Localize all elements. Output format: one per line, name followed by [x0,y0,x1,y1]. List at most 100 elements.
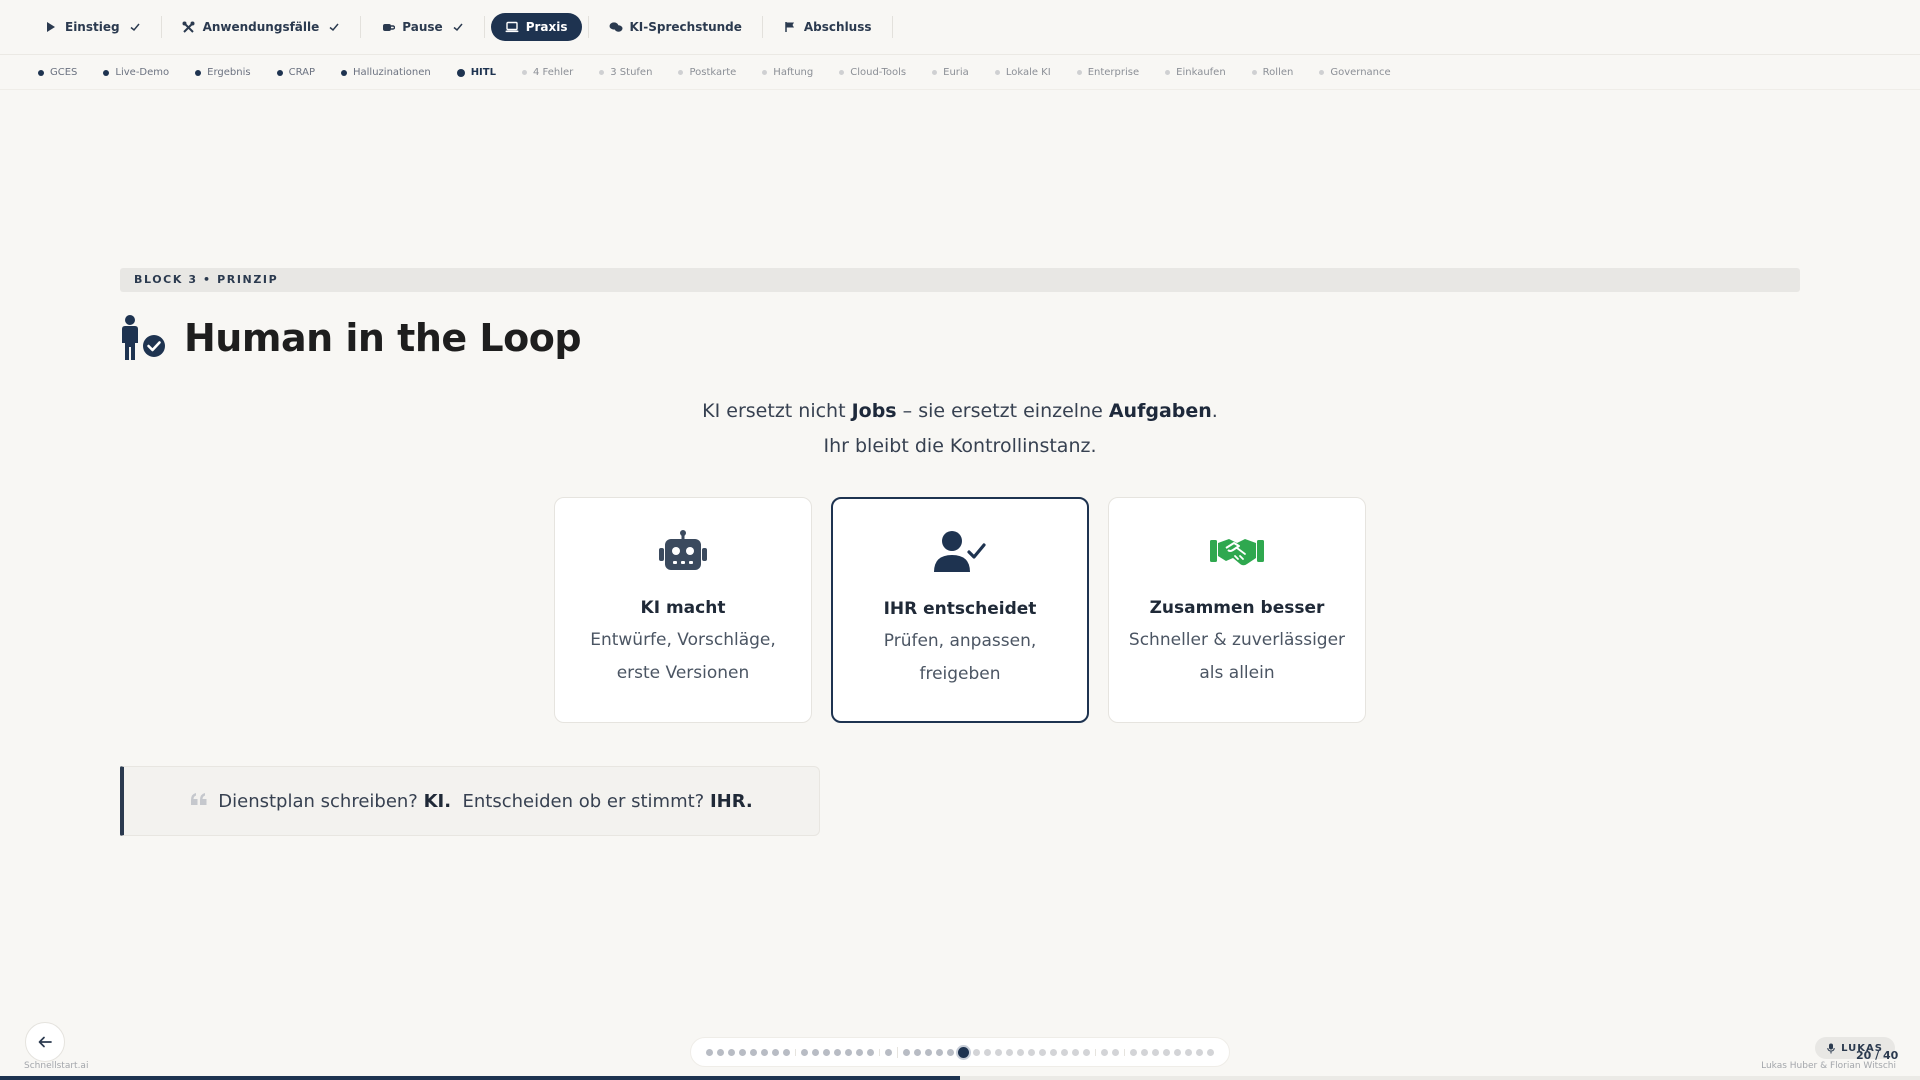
slide-dot[interactable] [739,1048,746,1056]
slide-dot[interactable] [761,1048,768,1056]
nav-label: Anwendungsfälle [202,20,320,34]
slide-dot[interactable] [1101,1048,1108,1056]
slide-dot[interactable] [1028,1048,1035,1056]
subnav-label: Rollen [1262,67,1294,78]
status-dot [1251,70,1257,75]
card-title: IHR entscheidet [883,599,1037,619]
dot-group-anwendungsfaelle [795,1048,879,1056]
slide-dot[interactable] [1072,1048,1079,1056]
subnav-label: CRAP [288,67,315,78]
slide-dot[interactable] [1207,1048,1214,1056]
slide-dot[interactable] [845,1048,852,1056]
authors-label: Lukas Huber & Florian Witschi [1761,1061,1896,1071]
intro-line-2: Ihr bleibt die Kontrollinstanz. [823,435,1097,457]
slide-dot[interactable] [995,1048,1002,1056]
subnav-item-lokale-ki[interactable]: Lokale KI [994,67,1051,78]
nav-anwendungsfaelle[interactable]: Anwendungsfälle [168,13,355,41]
slide-dot[interactable] [1196,1048,1203,1056]
subnav-item-postkarte[interactable]: Postkarte [678,67,736,78]
slide-dot[interactable] [1083,1048,1090,1056]
nav-divider [761,16,763,38]
subnav-item-halluzinationen[interactable]: Halluzinationen [341,67,431,78]
subnav-item-cloud-tools[interactable]: Cloud-Tools [839,67,906,78]
nav-divider [483,16,485,38]
dot-group-praxis [897,1046,1095,1058]
slide-dot[interactable] [783,1048,790,1056]
brand-label: Schnellstart.ai [24,1061,89,1071]
slide-dot[interactable] [984,1048,991,1056]
person-check-icon [122,315,165,360]
slide-dot[interactable] [1174,1048,1181,1056]
slide-dot[interactable] [1112,1048,1119,1056]
slide-dot[interactable] [885,1048,892,1056]
nav-abschluss[interactable]: Abschluss [769,13,886,41]
slide-dot[interactable] [925,1048,932,1056]
back-button[interactable] [25,1022,65,1062]
slide-dot[interactable] [1141,1048,1148,1056]
subnav-item-haftung[interactable]: Haftung [762,67,813,78]
subnav-label: Einkaufen [1176,67,1226,78]
slide-dot[interactable] [1006,1048,1013,1056]
arrow-left-icon [38,1036,52,1048]
subnav-item-crap[interactable]: CRAP [276,67,315,78]
nav-label: Einstieg [65,20,120,34]
slide-dot[interactable] [1017,1048,1024,1056]
slide-dot[interactable] [1152,1048,1159,1056]
slide-dot[interactable] [936,1048,943,1056]
quote-box: Dienstplan schreiben? KI. Entscheiden ob… [120,766,820,836]
robot-icon [659,530,707,570]
slide-dot[interactable] [834,1048,841,1056]
subnav-item-hitl[interactable]: HITL [456,67,496,78]
slide-dot[interactable] [750,1048,757,1056]
subnav-item-3-stufen[interactable]: 3 Stufen [599,67,652,78]
slide-dot[interactable] [1163,1048,1170,1056]
slide-dot[interactable] [801,1048,808,1056]
status-dot [103,69,110,76]
laptop-icon [505,20,519,34]
nav-pause[interactable]: Pause [367,13,477,41]
subnav-item-enterprise[interactable]: Enterprise [1076,67,1139,78]
subnav-item-euria[interactable]: Euria [932,67,969,78]
subnav-label: 4 Fehler [532,67,574,78]
status-dot [1319,70,1325,75]
slide-dot-current[interactable] [958,1046,969,1058]
slide-dot[interactable] [973,1048,980,1056]
chat-icon [609,20,623,34]
slide-dot[interactable] [856,1048,863,1056]
nav-divider [360,16,362,38]
subnav-item-rollen[interactable]: Rollen [1251,67,1294,78]
subnav-item-4-fehler[interactable]: 4 Fehler [521,67,574,78]
nav-einstieg[interactable]: Einstieg [30,13,155,41]
slide-dot[interactable] [1050,1048,1057,1056]
slide-dot[interactable] [823,1048,830,1056]
slide-dot[interactable] [1130,1048,1137,1056]
slide-dot[interactable] [1185,1048,1192,1056]
slide-dot[interactable] [867,1048,874,1056]
microphone-icon [1827,1043,1835,1053]
nav-ki-sprechstunde[interactable]: KI-Sprechstunde [595,13,756,41]
slide-dot[interactable] [914,1048,921,1056]
subnav-item-einkaufen[interactable]: Einkaufen [1165,67,1226,78]
status-dot [276,69,283,76]
slide-dot[interactable] [812,1048,819,1056]
slide-dot[interactable] [947,1048,954,1056]
slide-dot[interactable] [903,1048,910,1056]
slide-dot[interactable] [706,1048,713,1056]
slide-dot[interactable] [717,1048,724,1056]
slide-dot[interactable] [772,1048,779,1056]
subnav-label: 3 Stufen [610,67,653,78]
subnav-item-gces[interactable]: GCES [38,67,77,78]
subnav-label: Euria [943,67,969,78]
subnav-label: Lokale KI [1005,67,1051,78]
card-zusammen-besser: Zusammen besser Schneller & zuverlässige… [1108,497,1366,723]
slide-dot[interactable] [1039,1048,1046,1056]
slide-dot[interactable] [1061,1048,1068,1056]
quote-icon [191,793,207,805]
slide-dot[interactable] [728,1048,735,1056]
subnav-item-ergebnis[interactable]: Ergebnis [195,67,251,78]
user-check-icon [934,531,986,572]
nav-praxis[interactable]: Praxis [490,13,582,41]
subnav-item-governance[interactable]: Governance [1319,67,1391,78]
subnav-label: Haftung [773,67,814,78]
subnav-item-live-demo[interactable]: Live-Demo [103,67,169,78]
